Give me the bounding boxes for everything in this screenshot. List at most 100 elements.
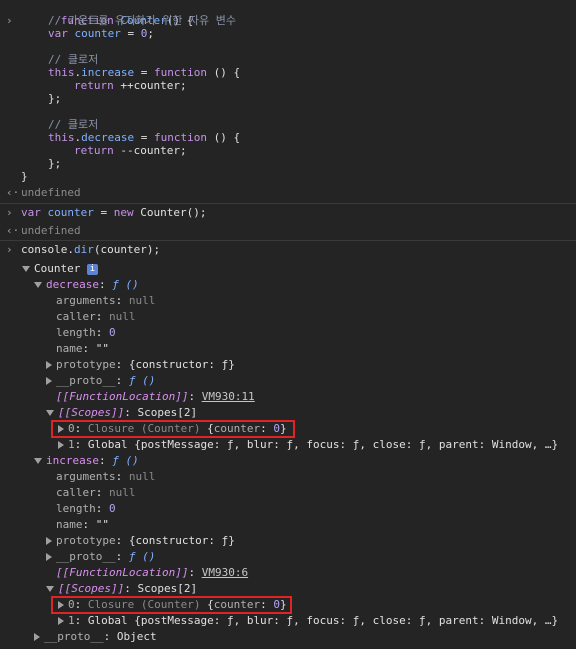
prop-key: caller [56, 310, 96, 323]
prop-key: [[Scopes]] [58, 582, 125, 595]
prop-key: 1 [68, 438, 75, 451]
prop-key: increase [46, 454, 99, 467]
collapse-triangle-icon[interactable] [34, 633, 40, 641]
prop-key: __proto__ [44, 630, 104, 643]
prop-key: arguments [56, 294, 116, 307]
console-entry-dir: › console.dir(counter); [0, 241, 576, 259]
expand-triangle-icon[interactable] [46, 586, 54, 592]
prop-value: null [128, 470, 156, 483]
prop-value: ƒ () [128, 374, 156, 387]
tree-prop: arguments: null [56, 470, 156, 483]
prop-key: length [56, 326, 96, 339]
code-token: = [134, 131, 154, 144]
prop-key: [[Scopes]] [58, 406, 125, 419]
code-token: counter [133, 79, 180, 92]
code-comment: // 클로저 [48, 53, 99, 66]
code-token: dir [73, 243, 94, 256]
tree-prop: name: "" [56, 518, 109, 531]
tree-prop: caller: null [56, 310, 136, 323]
tree-node-prototype[interactable]: prototype: {constructor: ƒ} [0, 357, 576, 373]
code-line: }; [0, 157, 576, 170]
code-line: // 카운트를 유지하기 위한 자유 변수 [0, 14, 576, 27]
prop-value: 0 [109, 502, 116, 515]
tree-node-scopes[interactable]: [[Scopes]]: Scopes[2] [0, 581, 576, 597]
info-icon[interactable]: i [86, 263, 98, 275]
code-token: this [48, 66, 75, 79]
code-token: }; [48, 92, 62, 105]
root-label: Counter [34, 262, 81, 275]
tree-node-increase[interactable]: increase: ƒ () [0, 453, 576, 469]
collapse-triangle-icon[interactable] [58, 617, 64, 625]
prop-value: "" [95, 342, 109, 355]
expand-triangle-icon[interactable] [34, 458, 42, 464]
tree-node-proto[interactable]: __proto__: ƒ () [0, 549, 576, 565]
code-token: var [21, 206, 41, 219]
code-token: console [21, 243, 68, 256]
code-token: new [113, 206, 134, 219]
console-entry-new: › var counter = new Counter(); ‹· undefine… [0, 204, 576, 241]
tree-node-scope-global[interactable]: 1: Global {postMessage: ƒ, blur: ƒ, focu… [0, 437, 576, 453]
collapse-triangle-icon[interactable] [46, 361, 52, 369]
code-line: }; [0, 92, 576, 105]
code-token: ; [147, 27, 154, 40]
tree-node-decrease[interactable]: decrease: ƒ () [0, 277, 576, 293]
prop-key: prototype [56, 534, 116, 547]
function-location-link[interactable]: VM930:6 [202, 566, 248, 579]
prop-value: ƒ () [112, 278, 139, 291]
code-token: Counter(); [140, 206, 207, 219]
code-token: = [93, 206, 114, 219]
tree-node-proto[interactable]: __proto__: ƒ () [0, 373, 576, 389]
code-line: › function Counter() { [0, 1, 576, 27]
tree-prop: [[FunctionLocation]]: VM930:11 [56, 390, 255, 403]
prop-value: null [128, 294, 156, 307]
prop-key: decrease [46, 278, 99, 291]
code-token: } [21, 170, 28, 183]
prop-value: ƒ () [128, 550, 156, 563]
prop-key: caller [56, 486, 96, 499]
collapse-triangle-icon[interactable] [46, 537, 52, 545]
prop-value: Scopes[2] [137, 582, 198, 595]
tree-node-scope-closure[interactable]: 0: Closure (Counter) {counter: 0} [0, 596, 576, 614]
expand-triangle-icon[interactable] [34, 282, 42, 288]
tree-prop: [[FunctionLocation]]: VM930:6 [56, 566, 249, 579]
tree-prop: caller: null [56, 486, 136, 499]
result-value: undefined [21, 186, 81, 199]
tree-node-scope-closure[interactable]: 0: Closure (Counter) {counter: 0} [0, 420, 576, 438]
code-token: return [74, 144, 114, 157]
tree-node-scope-global[interactable]: 1: Global {postMessage: ƒ, blur: ƒ, focu… [0, 613, 576, 629]
tree-node-prototype[interactable]: prototype: {constructor: ƒ} [0, 533, 576, 549]
tree-node-scopes[interactable]: [[Scopes]]: Scopes[2] [0, 405, 576, 421]
code-token: counter [47, 206, 94, 219]
code-token: function [153, 66, 207, 79]
prop-value: Global {postMessage: ƒ, blur: ƒ, focus: … [87, 614, 559, 627]
prop-key: __proto__ [56, 550, 116, 563]
tree-node-root-proto[interactable]: __proto__: Object [0, 629, 576, 645]
tree-prop: arguments: null [56, 294, 156, 307]
collapse-triangle-icon[interactable] [46, 377, 52, 385]
prop-key: __proto__ [56, 374, 116, 387]
code-line: this.decrease = function () { [0, 131, 576, 144]
code-token: . [67, 243, 74, 256]
tree-root[interactable]: Counter i [0, 261, 576, 277]
code-line: return --counter; [0, 144, 576, 157]
collapse-triangle-icon[interactable] [58, 441, 64, 449]
code-line: } [0, 170, 576, 183]
code-token: decrease [81, 131, 135, 144]
prop-key: 1 [68, 614, 75, 627]
collapse-triangle-icon[interactable] [46, 553, 52, 561]
code-token: ; [179, 79, 187, 92]
code-token: ++ [113, 79, 134, 92]
prop-key: name [56, 518, 83, 531]
prop-value: 0 [109, 326, 116, 339]
code-line: › var counter = new Counter(); [0, 204, 576, 222]
output-arrow-icon: ‹· [6, 186, 20, 199]
function-location-link[interactable]: VM930:11 [202, 390, 255, 403]
prop-value: null [109, 310, 136, 323]
expand-triangle-icon[interactable] [22, 266, 30, 272]
code-line: // 클로저 [0, 53, 576, 66]
expand-triangle-icon[interactable] [46, 410, 54, 416]
prop-key: arguments [56, 470, 116, 483]
code-token: ; [179, 144, 187, 157]
